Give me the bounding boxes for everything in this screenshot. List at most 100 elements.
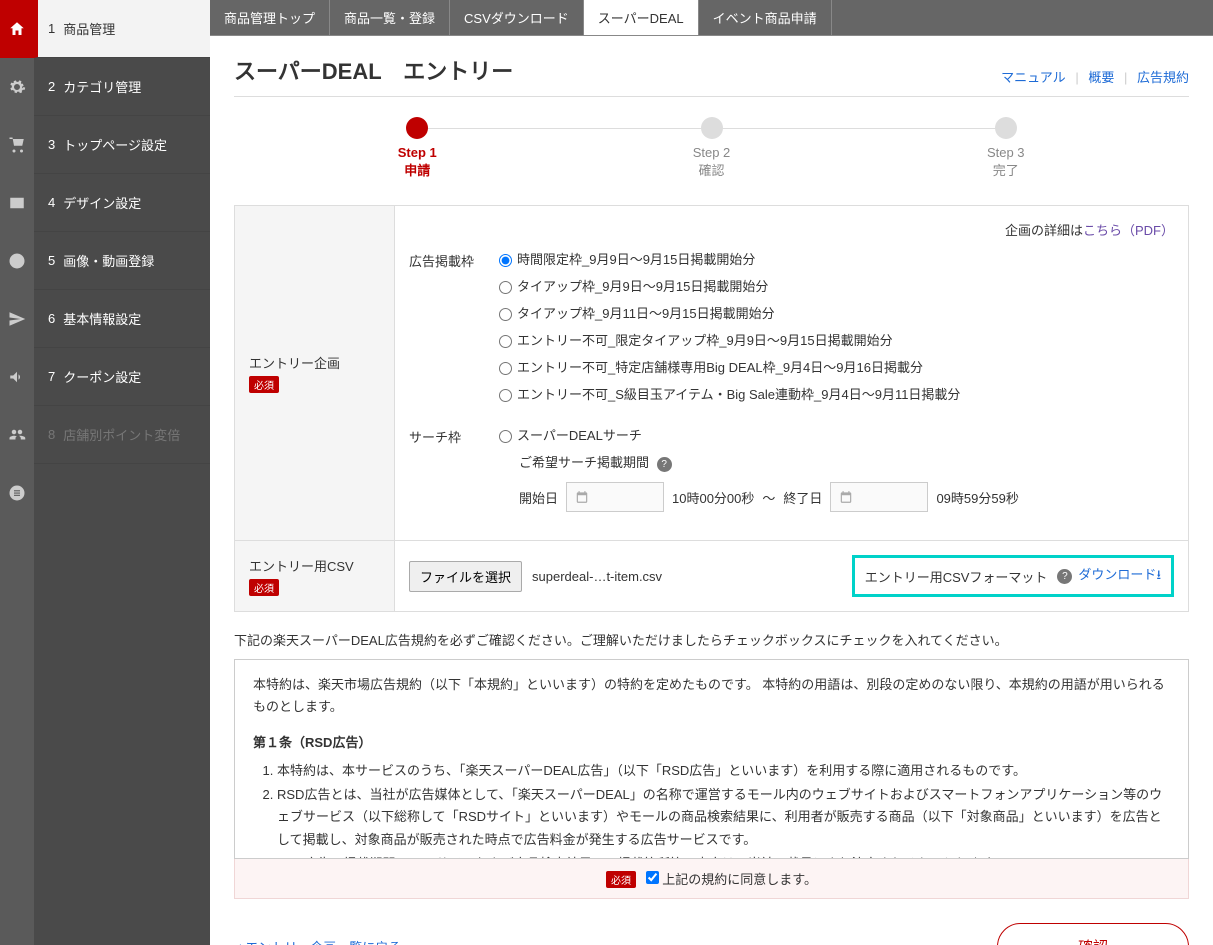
end-date-label: 終了日 [783,488,822,507]
rail-chart-icon[interactable] [0,232,34,290]
radio-input[interactable] [499,308,512,321]
sidebar-item-products[interactable]: 1商品管理 [34,0,210,58]
search-period-label: ご希望サーチ掲載期間 [519,455,649,470]
calendar-icon [575,490,589,504]
agree-bar: 必須 上記の規約に同意します。 [234,859,1189,899]
rail-megaphone-icon[interactable] [0,348,34,406]
row-entry-header: エントリー企画 必須 [235,206,395,541]
start-date-input[interactable] [566,482,664,512]
selected-file-name: superdeal-…t-item.csv [532,569,662,584]
sidebar-item-design[interactable]: 4デザイン設定 [34,174,210,232]
sidebar-item-label: カテゴリ管理 [63,77,141,96]
radio-input[interactable] [499,254,512,267]
radio-input[interactable] [499,389,512,402]
rail-window-icon[interactable] [0,174,34,232]
start-time-text: 10時00分00秒 [672,488,754,507]
page-title: スーパーDEAL エントリー [234,54,513,86]
tab-list[interactable]: 商品一覧・登録 [330,0,450,35]
start-date-label: 開始日 [519,488,558,507]
sidebar-item-label: トップページ設定 [63,135,167,154]
stepper: Step 1申請 Step 2確認 Step 3完了 [377,117,1046,179]
sidebar-item-toppage[interactable]: 3トップページ設定 [34,116,210,174]
tab-csv[interactable]: CSVダウンロード [450,0,584,35]
sidebar-item-points[interactable]: 8店舗別ポイント変倍 [34,406,210,464]
rail-cart-icon[interactable] [0,116,34,174]
header-links: マニュアル | 概要 | 広告規約 [1001,67,1189,86]
sidebar-item-basic[interactable]: 6基本情報設定 [34,290,210,348]
terms-intro: 下記の楽天スーパーDEAL広告規約を必ずご確認ください。ご理解いただけましたらチ… [234,630,1189,649]
ad-option-3[interactable]: エントリー不可_限定タイアップ枠_9月9日～9月15日掲載開始分 [499,330,1174,349]
step-dot-icon [701,117,723,139]
csv-format-highlight: エントリー用CSVフォーマット ? ダウンロード⭳ [852,555,1174,597]
step-dot-icon [406,117,428,139]
ad-option-5[interactable]: エントリー不可_S級目玉アイテム・Big Sale連動枠_9月4日～9月11日掲… [499,384,1174,403]
sidebar-item-category[interactable]: 2カテゴリ管理 [34,58,210,116]
ad-option-1[interactable]: タイアップ枠_9月9日～9月15日掲載開始分 [499,276,1174,295]
download-icon: ⭳ [1156,567,1161,582]
step-1: Step 1申請 [377,117,457,179]
sidebar-item-label: 画像・動画登録 [63,251,154,270]
sidebar-item-coupon[interactable]: 7クーポン設定 [34,348,210,406]
rail-list-icon[interactable] [0,464,34,522]
help-icon[interactable]: ? [657,457,672,472]
rail-users-icon[interactable] [0,406,34,464]
ad-slot-label: 広告掲載枠 [409,249,499,270]
back-link[interactable]: < エントリー企画一覧に戻る [234,937,401,945]
calendar-icon [839,490,853,504]
download-link[interactable]: ダウンロード⭳ [1078,564,1161,588]
agree-label: 上記の規約に同意します。 [662,872,817,887]
sidebar-item-label: 基本情報設定 [63,309,141,328]
help-icon[interactable]: ? [1057,569,1072,584]
rail-gear-icon[interactable] [0,58,34,116]
required-badge: 必須 [606,871,636,888]
sidebar-item-label: 商品管理 [63,19,115,38]
link-detail-pdf[interactable]: こちら（PDF） [1083,223,1174,238]
search-slot-label: サーチ枠 [409,425,499,446]
agree-checkbox[interactable] [646,871,659,884]
tabs: 商品管理トップ 商品一覧・登録 CSVダウンロード スーパーDEAL イベント商… [210,0,1213,36]
sidebar-item-media[interactable]: 5画像・動画登録 [34,232,210,290]
rail-send-icon[interactable] [0,290,34,348]
detail-link-row: 企画の詳細はこちら（PDF） [409,220,1174,239]
terms-item: RSD広告とは、当社が広告媒体として、「楽天スーパーDEAL」の名称で運営するモ… [277,784,1170,850]
ad-option-0[interactable]: 時間限定枠_9月9日～9月15日掲載開始分 [499,249,1174,268]
search-option[interactable]: スーパーDEALサーチ [499,425,1174,444]
terms-box[interactable]: 本特約は、楽天市場広告規約（以下「本規約」といいます）の特約を定めたものです。 … [234,659,1189,859]
required-badge: 必須 [249,376,279,393]
csv-format-label: エントリー用CSVフォーマット [865,567,1048,586]
icon-rail [0,0,34,945]
radio-input[interactable] [499,430,512,443]
sidebar-item-label: クーポン設定 [63,367,141,386]
terms-article-title: 第１条（RSD広告） [253,732,1170,754]
end-date-input[interactable] [830,482,928,512]
form-table: エントリー企画 必須 企画の詳細はこちら（PDF） 広告掲載枠 時間限定枠_9月… [234,205,1189,612]
end-time-text: 09時59分59秒 [936,488,1018,507]
link-manual[interactable]: マニュアル [1001,70,1066,85]
terms-preamble: 本特約は、楽天市場広告規約（以下「本規約」といいます）の特約を定めたものです。 … [253,674,1170,718]
link-ad-terms[interactable]: 広告規約 [1137,70,1189,85]
radio-input[interactable] [499,281,512,294]
tab-superdeal[interactable]: スーパーDEAL [584,0,699,35]
step-3: Step 3完了 [966,117,1046,179]
tab-top[interactable]: 商品管理トップ [210,0,330,35]
radio-input[interactable] [499,362,512,375]
tilde: ～ [762,488,775,507]
main: 商品管理トップ 商品一覧・登録 CSVダウンロード スーパーDEAL イベント商… [210,0,1213,945]
tab-event[interactable]: イベント商品申請 [699,0,832,35]
sidebar-item-label: 店舗別ポイント変倍 [63,425,180,444]
confirm-button[interactable]: 確認 [997,923,1189,945]
sidebar-item-label: デザイン設定 [63,193,141,212]
row-csv-header: エントリー用CSV 必須 [235,541,395,612]
radio-input[interactable] [499,335,512,348]
file-select-button[interactable]: ファイルを選択 [409,561,522,592]
row-csv-title: エントリー用CSV [249,556,380,575]
ad-option-2[interactable]: タイアップ枠_9月11日～9月15日掲載開始分 [499,303,1174,322]
required-badge: 必須 [249,579,279,596]
step-2: Step 2確認 [672,117,752,179]
rail-home-icon[interactable] [0,0,34,58]
sidebar: 1商品管理 2カテゴリ管理 3トップページ設定 4デザイン設定 5画像・動画登録… [34,0,210,945]
row-entry-title: エントリー企画 [249,353,380,372]
ad-option-4[interactable]: エントリー不可_特定店舗様専用Big DEAL枠_9月4日～9月16日掲載分 [499,357,1174,376]
link-overview[interactable]: 概要 [1088,70,1114,85]
step-dot-icon [995,117,1017,139]
